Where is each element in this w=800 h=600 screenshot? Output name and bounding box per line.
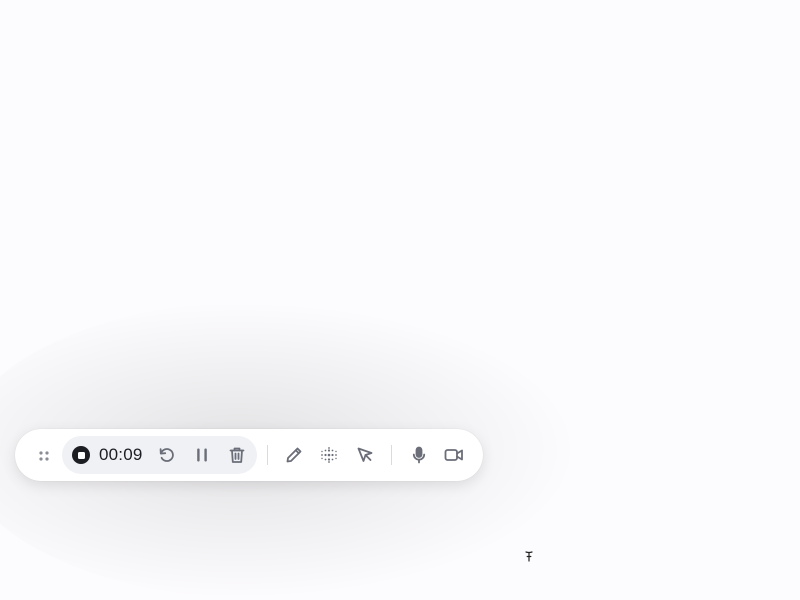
draw-button[interactable] (282, 443, 306, 467)
toolbar-divider (391, 445, 392, 465)
trash-icon (227, 445, 247, 465)
microphone-icon (409, 445, 429, 465)
pointer-button[interactable] (353, 443, 377, 467)
pause-button[interactable] (190, 443, 214, 467)
recording-controls: 00:09 (62, 436, 257, 474)
restart-icon (157, 445, 177, 465)
pen-icon (284, 445, 304, 465)
recording-toolbar: 00:09 (15, 429, 483, 481)
microphone-button[interactable] (407, 443, 431, 467)
text-cursor-icon (525, 547, 533, 562)
drag-handle-icon[interactable] (37, 448, 51, 462)
blur-dots-icon (319, 445, 339, 465)
camera-button[interactable] (442, 443, 466, 467)
pause-icon (192, 445, 212, 465)
stop-icon (77, 451, 85, 459)
video-camera-icon (443, 445, 465, 465)
stop-recording-button[interactable] (72, 446, 90, 464)
toolbar-divider (267, 445, 268, 465)
restart-button[interactable] (155, 443, 179, 467)
pointer-cursor-icon (355, 445, 375, 465)
blur-button[interactable] (317, 443, 341, 467)
recording-timer: 00:09 (99, 445, 143, 464)
delete-button[interactable] (225, 443, 249, 467)
